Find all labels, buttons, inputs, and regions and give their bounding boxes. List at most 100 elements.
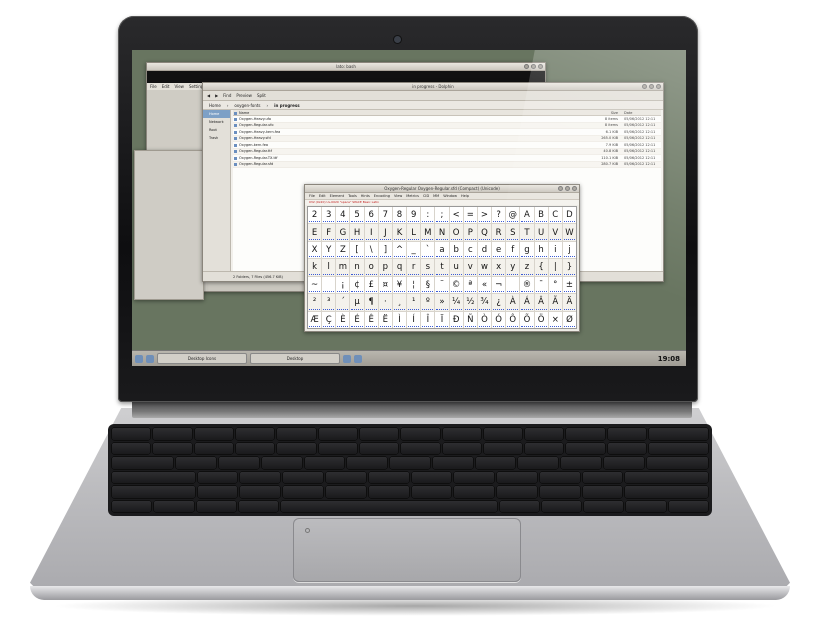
glyph-cell[interactable]: Æ [308, 311, 322, 328]
glyph-cell[interactable]: s [421, 259, 435, 276]
glyph-cell[interactable]: J [378, 224, 392, 241]
glyph-cell[interactable]: 7 [378, 207, 392, 224]
terminal-titlebar[interactable]: lato: bash [147, 63, 545, 71]
glyph-cell[interactable]: § [421, 276, 435, 294]
maximize-icon[interactable] [565, 186, 570, 191]
back-icon[interactable]: ◀ [207, 93, 210, 98]
find-button[interactable]: Find [223, 93, 231, 98]
menu-file[interactable]: File [309, 194, 315, 198]
glyph-cell[interactable]: È [336, 311, 350, 328]
task-desktop-icons[interactable]: Desktop Icons [157, 353, 247, 364]
glyph-cell[interactable]: Ì [392, 311, 407, 328]
task-desktop[interactable]: Desktop [250, 353, 340, 364]
glyph-cell[interactable]: 4 [336, 207, 350, 224]
place-network[interactable]: Network [203, 118, 230, 126]
glyph-cell[interactable]: « [477, 276, 492, 294]
glyph-cell[interactable]: v [463, 259, 477, 276]
glyph-cell[interactable]: 9 [407, 207, 421, 224]
glyph-cell[interactable]: y [506, 259, 520, 276]
file-manager-titlebar[interactable]: in progress - Dolphin [203, 83, 663, 91]
glyph-cell[interactable]: E [308, 224, 322, 241]
breadcrumb-oxygen-fonts[interactable]: oxygen-fonts [232, 103, 262, 108]
glyph-cell[interactable]: w [477, 259, 492, 276]
glyph-cell[interactable]: R [492, 224, 506, 241]
glyph-cell[interactable]: Ñ [463, 311, 477, 328]
glyph-cell[interactable]: Ê [364, 311, 378, 328]
glyph-cell[interactable]: > [477, 207, 492, 224]
glyph-cell[interactable]: G [336, 224, 350, 241]
place-root[interactable]: Root [203, 126, 230, 134]
menu-edit[interactable]: Edit [319, 194, 326, 198]
glyph-cell[interactable]: Z [336, 241, 350, 259]
glyph-cell[interactable]: = [463, 207, 477, 224]
glyph-cell[interactable]: Â [534, 294, 548, 311]
glyph-cell[interactable]: x [492, 259, 506, 276]
glyph-cell[interactable]: ¡ [336, 276, 350, 294]
glyph-cell[interactable]: ¥ [392, 276, 407, 294]
glyph-cell[interactable]: : [421, 207, 435, 224]
glyph-cell[interactable]: L [407, 224, 421, 241]
glyph-cell[interactable]: £ [364, 276, 378, 294]
menu-metrics[interactable]: Metrics [406, 194, 419, 198]
glyph-cell[interactable]: F [322, 224, 336, 241]
place-home[interactable]: Home [203, 110, 230, 118]
glyph-cell[interactable]: ½ [463, 294, 477, 311]
glyph-cell[interactable]: c [463, 241, 477, 259]
glyph-cell[interactable]: Ä [562, 294, 576, 311]
glyph-cell[interactable]: Á [520, 294, 534, 311]
glyph-cell[interactable]: d [477, 241, 492, 259]
pager-icon[interactable] [146, 354, 154, 363]
breadcrumb-in-progress[interactable]: in progress [272, 103, 302, 108]
font-editor-titlebar[interactable]: Oxygen-Regular Oxygen-Regular.sfd (Compa… [305, 185, 579, 193]
glyph-cell[interactable]: g [520, 241, 534, 259]
glyph-cell[interactable]: À [506, 294, 520, 311]
glyph-cell[interactable]: ° [548, 276, 562, 294]
network-icon[interactable] [343, 354, 351, 363]
glyph-cell[interactable]: X [308, 241, 322, 259]
menu-tools[interactable]: Tools [348, 194, 357, 198]
glyph-cell[interactable]: ´ [336, 294, 350, 311]
glyph-cell[interactable]: o [364, 259, 378, 276]
menu-file[interactable]: File [150, 84, 157, 89]
glyph-cell[interactable]: Ç [322, 311, 336, 328]
glyph-cell[interactable]: } [562, 259, 576, 276]
glyph-cell[interactable]: Ã [548, 294, 562, 311]
glyph-cell[interactable]: ¾ [477, 294, 492, 311]
glyph-cell[interactable]: Q [477, 224, 492, 241]
menu-edit[interactable]: Edit [162, 84, 170, 89]
menu-mm[interactable]: MM [433, 194, 439, 198]
file-row[interactable]: Oxygen-Regular.sfd 280.7 KiB 05/06/2012 12… [233, 161, 661, 168]
minimize-icon[interactable] [642, 84, 647, 89]
glyph-cell[interactable]: ¸ [392, 294, 407, 311]
glyph-cell[interactable]: ? [492, 207, 506, 224]
glyph-cell[interactable]: ³ [322, 294, 336, 311]
glyph-cell[interactable]: Ô [506, 311, 520, 328]
glyph-cell[interactable]: H [350, 224, 364, 241]
glyph-cell[interactable]: Õ [520, 311, 534, 328]
glyph-cell[interactable]: ¼ [449, 294, 463, 311]
glyph-cell[interactable]: ¨ [435, 276, 449, 294]
glyph-cell[interactable]: i [548, 241, 562, 259]
font-editor-window[interactable]: Oxygen-Regular Oxygen-Regular.sfd (Compa… [304, 184, 580, 332]
glyph-cell[interactable]: 6 [364, 207, 378, 224]
glyph-cell[interactable]: k [308, 259, 322, 276]
column-date[interactable]: Date [621, 111, 661, 115]
glyph-cell[interactable]: » [435, 294, 449, 311]
glyph-cell[interactable]: D [562, 207, 576, 224]
menu-cid[interactable]: CID [423, 194, 429, 198]
menu-encoding[interactable]: Encoding [374, 194, 390, 198]
glyph-cell[interactable]: µ [350, 294, 364, 311]
glyph-cell[interactable]: Ë [378, 311, 392, 328]
glyph-cell[interactable]: T [520, 224, 534, 241]
maximize-icon[interactable] [649, 84, 654, 89]
touchpad[interactable] [293, 518, 521, 582]
glyph-cell[interactable]: ¯ [534, 276, 548, 294]
glyph-cell[interactable]: ± [562, 276, 576, 294]
menu-window[interactable]: Window [443, 194, 457, 198]
glyph-cell[interactable]: Ð [449, 311, 463, 328]
glyph-cell[interactable]: P [463, 224, 477, 241]
glyph-cell[interactable]: W [562, 224, 576, 241]
glyph-cell[interactable]: U [534, 224, 548, 241]
glyph-cell[interactable]: m [336, 259, 350, 276]
glyph-cell[interactable]: B [534, 207, 548, 224]
